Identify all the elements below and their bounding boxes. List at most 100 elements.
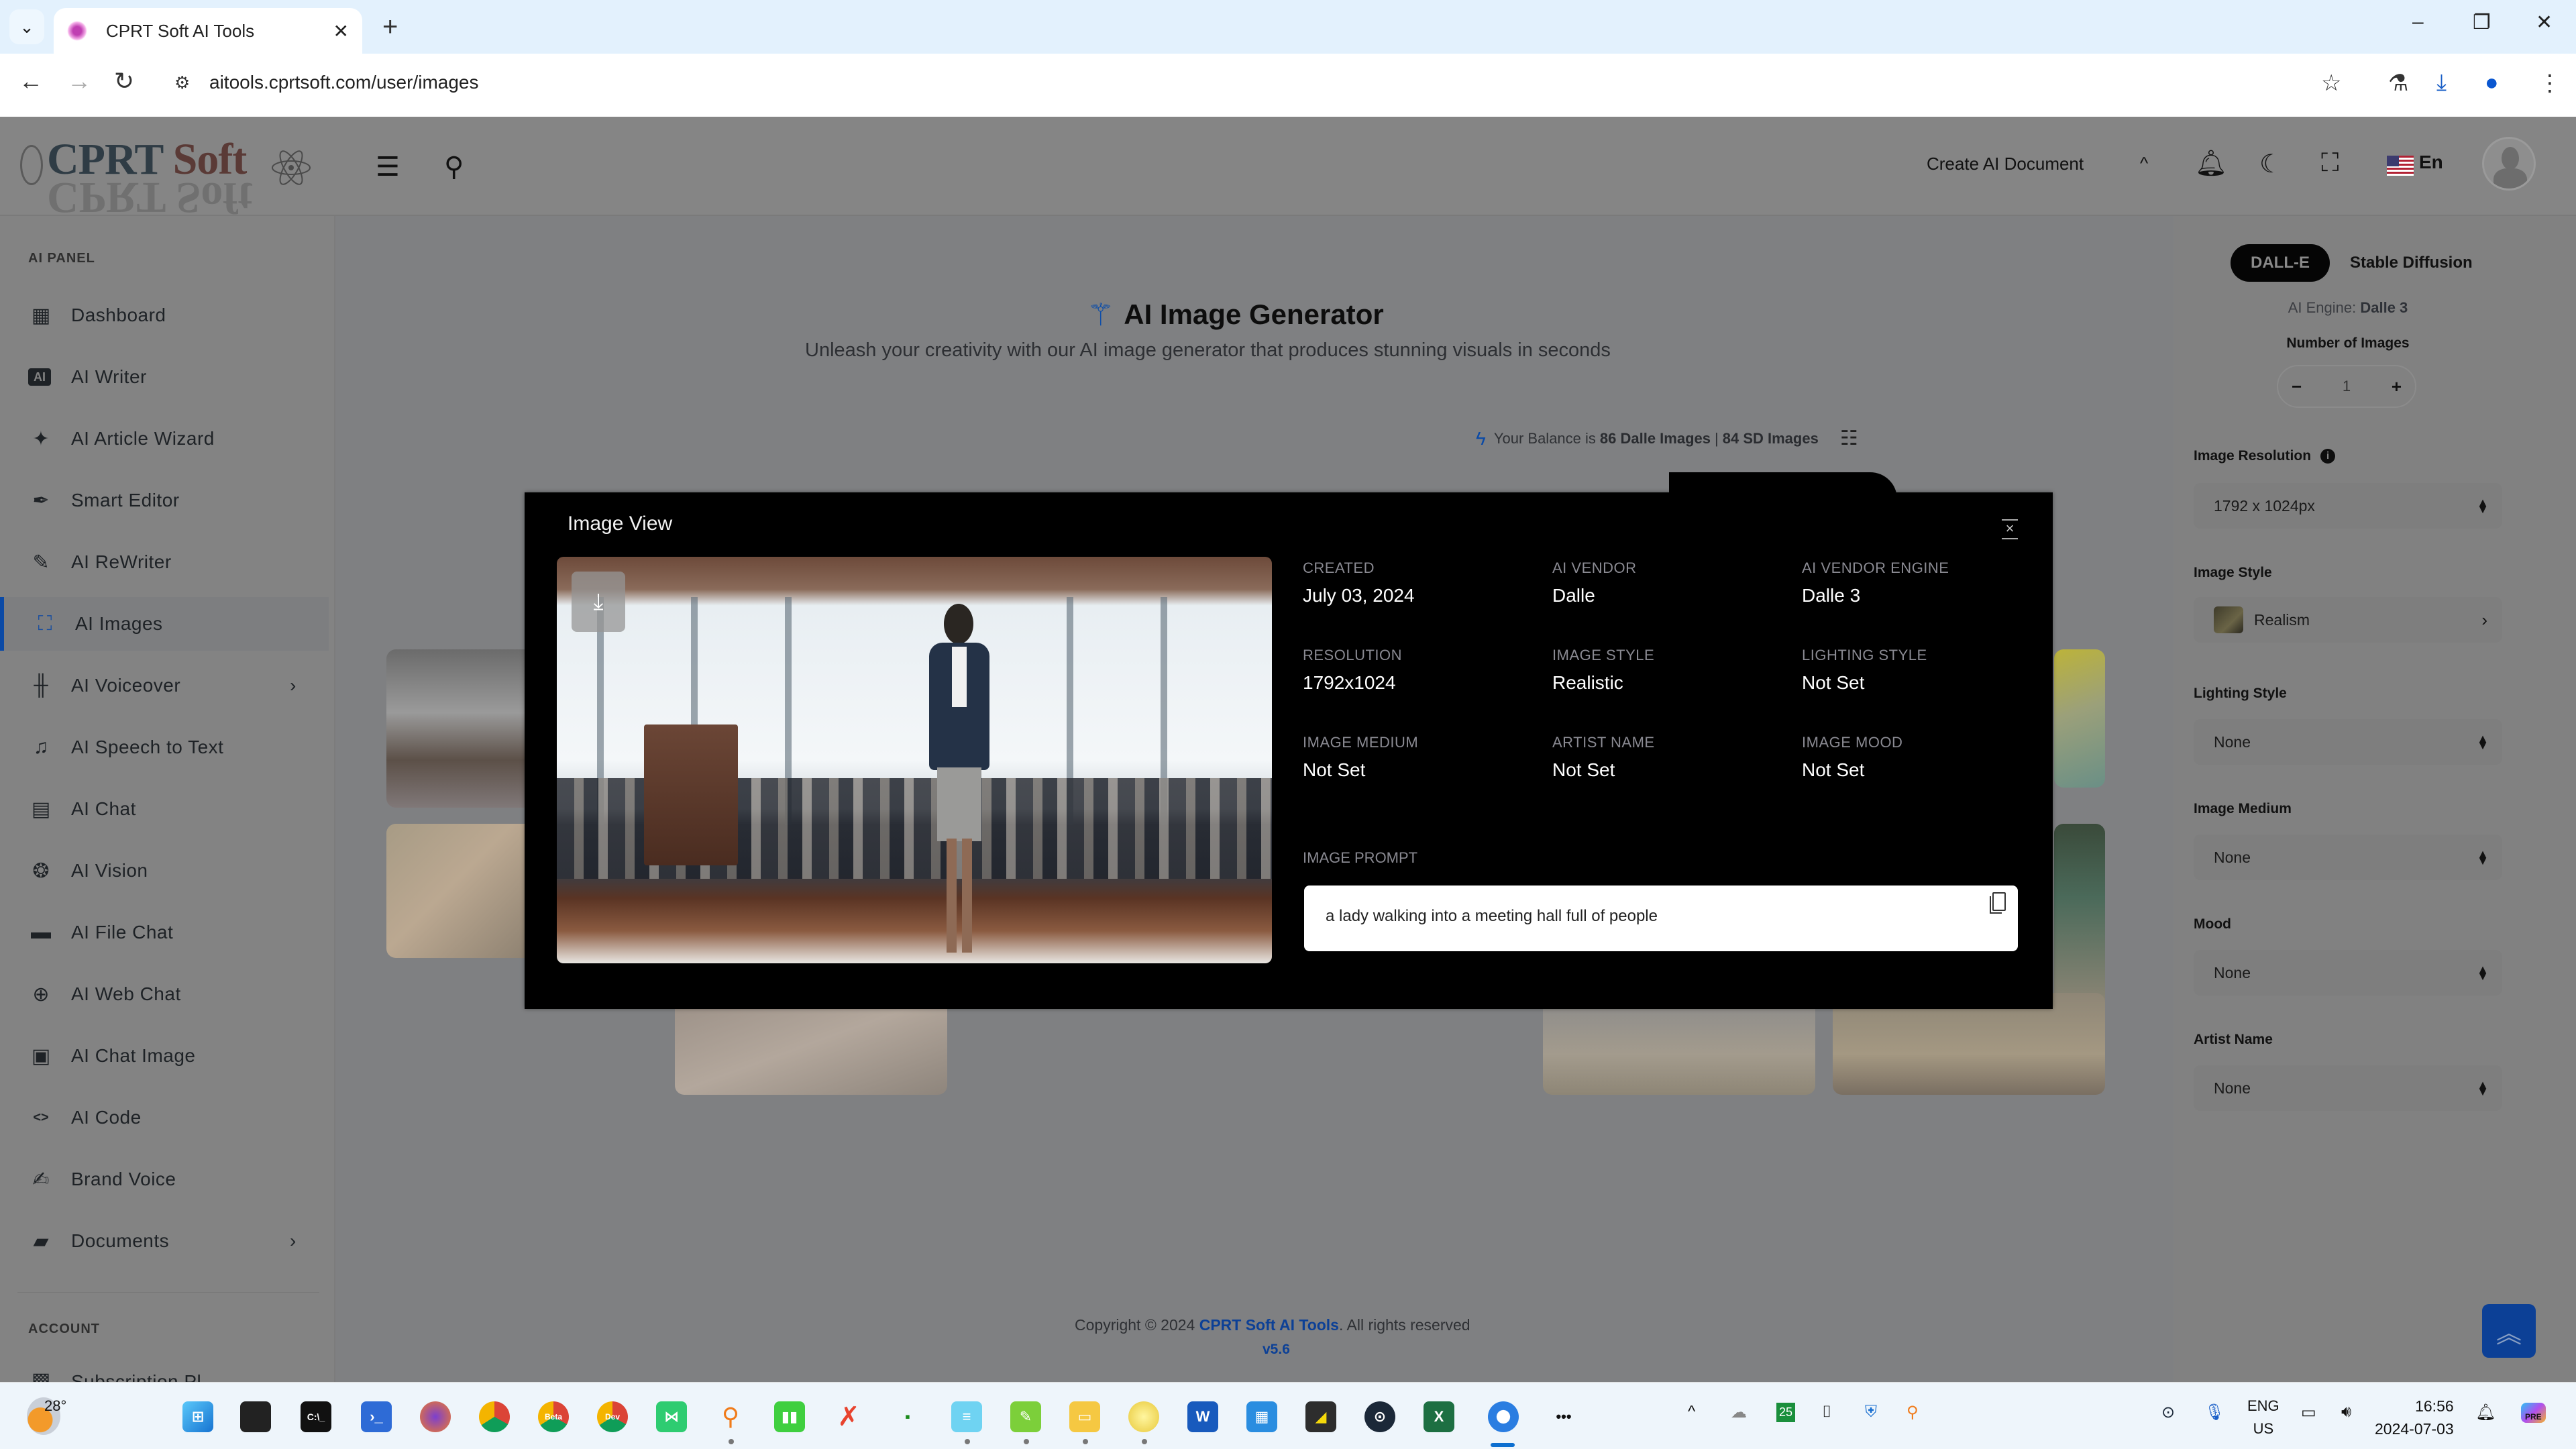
chrome-icon[interactable] xyxy=(479,1401,510,1432)
sidebar-item-ai-vision[interactable]: ❂ AI Vision xyxy=(0,844,329,898)
app-small-green-icon[interactable]: ▪ xyxy=(892,1401,923,1432)
microphone-icon[interactable]: 🎙︎ xyxy=(2204,1403,2224,1422)
image-medium-select[interactable]: None ▲ ▼ xyxy=(2194,835,2502,880)
sidebar-item-ai-chat-image[interactable]: ▣ AI Chat Image xyxy=(0,1029,329,1083)
sidebar-item-ai-rewriter[interactable]: ✎ AI ReWriter xyxy=(0,535,329,589)
number-of-images-value[interactable]: 1 xyxy=(2343,378,2351,395)
artist-name-select[interactable]: None ▲ ▼ xyxy=(2194,1065,2502,1111)
copy-icon[interactable] xyxy=(1988,891,2006,914)
more-apps-icon[interactable]: ••• xyxy=(1548,1401,1579,1432)
sidebar-item-ai-code[interactable]: <> AI Code xyxy=(0,1091,329,1144)
logo[interactable]: CPRT Soft CPRT Soft xyxy=(20,134,315,222)
site-info-icon[interactable]: ⚙ xyxy=(174,72,190,93)
moon-icon[interactable]: ☾ xyxy=(2259,149,2282,179)
volume-icon[interactable]: 🔊︎ xyxy=(2341,1403,2351,1421)
sidebar-item-documents[interactable]: ▰ Documents › xyxy=(0,1214,329,1268)
tray-calendar-badge[interactable]: 25 xyxy=(1776,1403,1796,1422)
us-flag-icon[interactable] xyxy=(2387,156,2414,176)
powershell-icon[interactable]: ›_ xyxy=(361,1401,392,1432)
gallery-thumbnail[interactable] xyxy=(2054,824,2105,1009)
gallery-thumbnail[interactable] xyxy=(386,824,534,958)
security-shield-icon[interactable]: ⛨ xyxy=(1865,1403,1877,1421)
search-tray-icon[interactable]: ⚲ xyxy=(1907,1403,1919,1422)
chromium-icon[interactable] xyxy=(1488,1401,1519,1432)
network-icon[interactable]: ▭ xyxy=(2301,1403,2316,1422)
app-green-icon[interactable]: ⋈ xyxy=(656,1401,687,1432)
sidebar-item-ai-speech-to-text[interactable]: ♫ AI Speech to Text xyxy=(0,720,329,774)
calendar-icon[interactable]: ▦ xyxy=(1246,1401,1277,1432)
firefox-icon[interactable] xyxy=(420,1401,451,1432)
plus-icon[interactable]: + xyxy=(382,12,398,42)
url-field[interactable]: aitools.cprtsoft.com/user/images xyxy=(209,72,479,93)
usb-icon[interactable]: ⌷ xyxy=(1822,1403,1831,1421)
profile-icon[interactable]: ● xyxy=(2485,70,2499,96)
sidebar-item-brand-voice[interactable]: ✍ Brand Voice xyxy=(0,1152,329,1206)
system-clock[interactable]: 16:56 2024-07-03 xyxy=(2375,1395,2454,1440)
download-icon[interactable]: ⤓ xyxy=(2436,70,2447,96)
browser-tab-active[interactable]: CPRT Soft AI Tools ✕ xyxy=(54,8,362,54)
search-icon[interactable]: ⚲ xyxy=(444,152,464,182)
gallery-thumbnail[interactable] xyxy=(2054,649,2105,788)
tab-stable-diffusion[interactable]: Stable Diffusion xyxy=(2330,244,2493,282)
back-icon[interactable]: ← xyxy=(19,67,43,95)
do-not-disturb-icon[interactable]: 🔔︎ xyxy=(2475,1403,2496,1422)
decrement-button[interactable]: − xyxy=(2292,376,2302,397)
forward-icon[interactable]: → xyxy=(67,67,91,95)
tab-dall-e[interactable]: DALL-E xyxy=(2231,244,2330,282)
close-icon[interactable]: ✕ xyxy=(333,20,349,42)
avatar[interactable] xyxy=(2482,137,2536,191)
close-icon[interactable]: × xyxy=(2002,519,2018,539)
fullscreen-icon[interactable]: ⛶ xyxy=(2321,149,2339,178)
steam-icon[interactable]: ⊙ xyxy=(1364,1401,1395,1432)
image-resolution-select[interactable]: 1792 x 1024px ▲ ▼ xyxy=(2194,483,2502,529)
more-vert-icon[interactable]: ⋮ xyxy=(2538,70,2561,97)
image-prompt-text[interactable]: a lady walking into a meeting hall full … xyxy=(1326,907,1658,926)
menu-icon[interactable]: ☰ xyxy=(376,152,400,182)
chrome-dev-icon[interactable]: Dev xyxy=(597,1401,628,1432)
gallery-thumbnail[interactable] xyxy=(386,649,534,808)
restore-icon[interactable]: ❐ xyxy=(2473,11,2491,34)
start-button[interactable]: ⊞ xyxy=(182,1401,213,1432)
task-view-icon[interactable] xyxy=(240,1401,271,1432)
app-disc-icon[interactable] xyxy=(1128,1401,1159,1432)
sidebar-item-ai-file-chat[interactable]: ▬ AI File Chat xyxy=(0,906,329,959)
sidebar-item-ai-images[interactable]: ⛶ AI Images xyxy=(0,597,329,651)
lighting-style-select[interactable]: None ▲ ▼ xyxy=(2194,719,2502,765)
cloud-sync-icon[interactable]: ☁ xyxy=(1731,1403,1747,1422)
image-style-select[interactable]: Realism › xyxy=(2194,597,2502,643)
app-x-icon[interactable]: ✗ xyxy=(833,1401,864,1432)
notepad-icon[interactable]: ≡ xyxy=(951,1401,982,1432)
steam-tray-icon[interactable]: ⊙ xyxy=(2161,1403,2175,1422)
sidebar-item-smart-editor[interactable]: ✒ Smart Editor xyxy=(0,474,329,527)
flask-icon[interactable]: ⚗ xyxy=(2388,70,2408,97)
search-app-icon[interactable]: ⚲ xyxy=(715,1401,746,1432)
sidebar-item-ai-article-wizard[interactable]: ✦ AI Article Wizard xyxy=(0,412,329,466)
input-language-indicator[interactable]: ENG US xyxy=(2247,1395,2279,1440)
chevron-up-icon[interactable]: ^ xyxy=(2140,153,2148,174)
mood-select[interactable]: None ▲ ▼ xyxy=(2194,950,2502,996)
settings-sliders-icon[interactable]: ☷ xyxy=(1840,427,1858,450)
sidebar-item-ai-writer[interactable]: AI AI Writer xyxy=(0,350,329,404)
app-memory-icon[interactable]: ▮▮ xyxy=(774,1401,805,1432)
sidebar-item-subscription[interactable]: ▩ Subscription Pl xyxy=(0,1356,329,1383)
star-icon[interactable]: ☆ xyxy=(2321,70,2341,97)
excel-icon[interactable]: X xyxy=(1424,1401,1454,1432)
file-explorer-icon[interactable]: ▭ xyxy=(1069,1401,1100,1432)
reload-icon[interactable]: ↻ xyxy=(114,67,134,95)
sticky-notes-icon[interactable]: ◢ xyxy=(1305,1401,1336,1432)
info-icon[interactable]: i xyxy=(2320,449,2336,464)
tab-list-chevron-icon[interactable]: ⌄ xyxy=(9,9,44,44)
terminal-icon[interactable]: C:\_ xyxy=(301,1401,331,1432)
create-ai-document-button[interactable]: Create AI Document xyxy=(1927,154,2084,174)
footer-brand-link[interactable]: CPRT Soft AI Tools xyxy=(1199,1316,1339,1334)
sidebar-item-ai-chat[interactable]: ▤ AI Chat xyxy=(0,782,329,836)
increment-button[interactable]: + xyxy=(2392,376,2402,397)
bell-icon[interactable]: 🔔︎ xyxy=(2195,149,2227,178)
language-selector[interactable]: En xyxy=(2419,152,2443,173)
chrome-beta-icon[interactable]: Beta xyxy=(538,1401,569,1432)
window-close-icon[interactable]: ✕ xyxy=(2536,11,2553,34)
tray-overflow-icon[interactable]: ^ xyxy=(1688,1403,1695,1421)
word-icon[interactable]: W xyxy=(1187,1401,1218,1432)
copilot-icon[interactable]: PRE xyxy=(2521,1403,2546,1423)
sidebar-item-ai-web-chat[interactable]: ⊕ AI Web Chat xyxy=(0,967,329,1021)
